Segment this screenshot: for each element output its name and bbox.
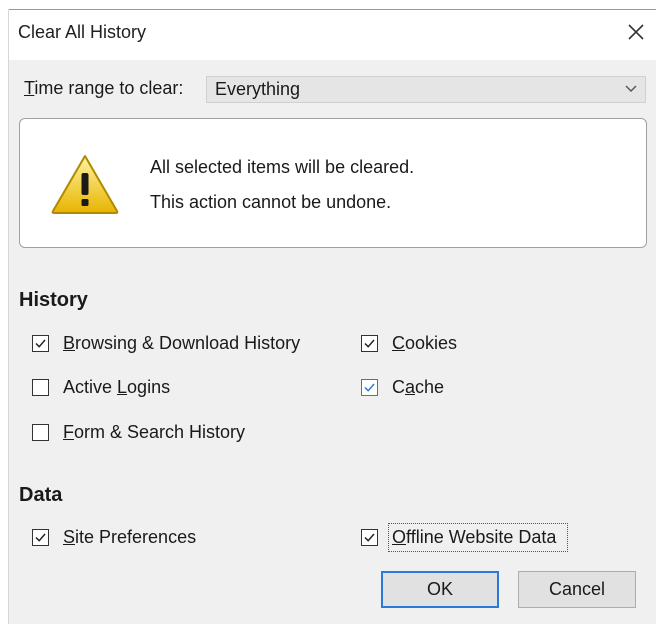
- history-heading: History: [19, 289, 88, 311]
- checkbox-label: Form & Search History: [63, 421, 246, 442]
- checkbox-label: Cache: [392, 376, 445, 397]
- time-range-label: Time range to clear:: [24, 78, 184, 98]
- checkbox-label: Offline Website Data: [387, 522, 569, 552]
- site-preferences-checkbox[interactable]: Site Preferences: [32, 525, 196, 549]
- checkbox-label: Cookies: [392, 332, 458, 353]
- cookies-checkbox[interactable]: Cookies: [361, 331, 457, 355]
- checkbox-box: [361, 334, 378, 352]
- checkbox-box: [361, 378, 378, 396]
- form-search-history-checkbox[interactable]: Form & Search History: [32, 420, 245, 444]
- checkbox-box: [32, 378, 49, 396]
- checkbox-label: Site Preferences: [63, 526, 197, 547]
- checkbox-label: Browsing & Download History: [63, 332, 301, 353]
- checkbox-box: [32, 334, 49, 352]
- window-top-border: [8, 9, 656, 10]
- checkbox-box: [361, 528, 378, 546]
- active-logins-checkbox[interactable]: Active Logins: [32, 375, 170, 399]
- warning-line-1: All selected items will be cleared.: [150, 157, 415, 177]
- cancel-button[interactable]: Cancel: [518, 571, 636, 608]
- data-heading: Data: [19, 484, 63, 506]
- ok-button[interactable]: OK: [381, 571, 499, 608]
- checkbox-box: [32, 528, 49, 546]
- time-range-value: Everything: [215, 79, 301, 99]
- offline-website-data-checkbox[interactable]: Offline Website Data: [361, 522, 569, 552]
- warning-box: All selected items will be cleared. This…: [19, 118, 647, 248]
- dialog-title: Clear All History: [18, 22, 147, 42]
- chevron-down-icon: [625, 85, 637, 92]
- cache-checkbox[interactable]: Cache: [361, 375, 444, 399]
- checkbox-label: Active Logins: [63, 376, 171, 397]
- close-icon[interactable]: [626, 22, 646, 42]
- warning-line-2: This action cannot be undone.: [150, 192, 392, 212]
- warning-icon: [51, 155, 119, 214]
- checkbox-box: [32, 423, 49, 441]
- browsing-history-checkbox[interactable]: Browsing & Download History: [32, 331, 300, 355]
- time-range-select[interactable]: Everything: [206, 76, 646, 103]
